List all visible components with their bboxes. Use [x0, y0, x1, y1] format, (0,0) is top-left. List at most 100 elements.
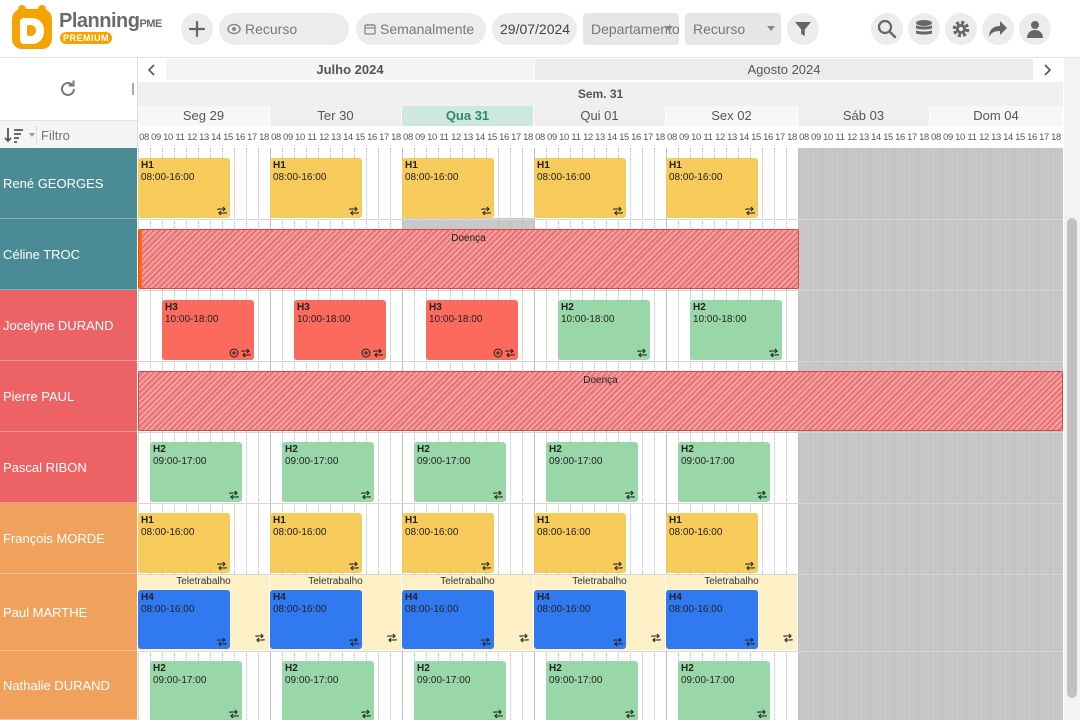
hour-gridline: [990, 148, 991, 720]
hour-tick: 10: [163, 131, 173, 142]
resource-row-pierre-paul[interactable]: Pierre PAUL: [0, 361, 137, 432]
absence-block[interactable]: Doença: [138, 229, 799, 289]
search-icon: [877, 19, 897, 39]
shift-block[interactable]: H1 08:00-16:00: [534, 158, 626, 218]
hour-gridline: [1050, 148, 1051, 720]
day-header-today[interactable]: Qua 31: [402, 106, 534, 126]
vertical-scrollbar[interactable]: [1064, 58, 1080, 720]
settings-button[interactable]: [945, 13, 977, 45]
resource-row-nathalie-durand[interactable]: Nathalie DURAND: [0, 651, 137, 720]
shift-block[interactable]: H1 08:00-16:00: [270, 158, 362, 218]
search-button[interactable]: [871, 13, 903, 45]
hour-tick: 12: [847, 131, 857, 142]
shift-block[interactable]: H2 09:00-17:00: [414, 661, 506, 720]
hour-tick: 17: [907, 131, 917, 142]
column-resize-handle[interactable]: [132, 83, 134, 95]
day-header[interactable]: Sex 02: [666, 106, 798, 126]
shift-block[interactable]: H2 09:00-17:00: [150, 661, 242, 720]
shift-block[interactable]: H1 08:00-16:00: [666, 158, 758, 218]
shift-block[interactable]: H3 10:00-18:00: [426, 300, 518, 360]
hour-tick: 18: [787, 131, 797, 142]
shift-block[interactable]: H1 08:00-16:00: [270, 513, 362, 573]
shift-block[interactable]: H2 09:00-17:00: [546, 442, 638, 502]
shift-block[interactable]: H4 08:00-16:00: [270, 590, 362, 649]
resource-row-paul-marthe[interactable]: Paul MARTHE: [0, 574, 137, 651]
view-mode-label: Semanalmente: [380, 21, 475, 37]
shift-block[interactable]: H1 08:00-16:00: [138, 158, 230, 218]
shift-block[interactable]: H4 08:00-16:00: [666, 590, 758, 649]
shift-block[interactable]: H2 09:00-17:00: [414, 442, 506, 502]
hour-tick: 18: [259, 131, 269, 142]
hour-gridline: [882, 148, 883, 720]
filter-input[interactable]: [36, 125, 134, 145]
shift-block[interactable]: H3 10:00-18:00: [162, 300, 254, 360]
database-button[interactable]: [908, 13, 940, 45]
shift-block[interactable]: H1 08:00-16:00: [402, 513, 494, 573]
day-header[interactable]: Qui 01: [534, 106, 666, 126]
hour-scale: 08 09 10 11 12 13 14 15 16 17 18 08 09 10 11 12 13 14 15 16…: [138, 127, 1063, 147]
repeat-icon: [757, 490, 767, 500]
user-button[interactable]: [1019, 13, 1051, 45]
shift-time: 08:00-16:00: [405, 604, 459, 615]
user-icon: [1027, 21, 1043, 38]
shift-block[interactable]: H1 08:00-16:00: [138, 513, 230, 573]
resource-row-pascal-ribon[interactable]: Pascal RIBON: [0, 432, 137, 503]
day-header[interactable]: Dom 04: [930, 106, 1063, 126]
share-button[interactable]: [982, 13, 1014, 45]
shift-block[interactable]: H4 08:00-16:00: [138, 590, 230, 649]
resource-select[interactable]: Recurso: [685, 13, 781, 45]
hour-tick: 09: [679, 131, 689, 142]
resource-row-celine-troc[interactable]: Céline TROC: [0, 219, 137, 290]
add-circle-icon: [493, 348, 503, 358]
resource-row-francois-morde[interactable]: François MORDE: [0, 503, 137, 574]
shift-block[interactable]: H2 10:00-18:00: [558, 300, 650, 360]
previous-period-button[interactable]: [138, 60, 164, 80]
resource-row-rene-georges[interactable]: René GEORGES: [0, 148, 137, 219]
date-input[interactable]: 29/07/2024: [492, 13, 577, 45]
resource-search-input[interactable]: Recurso: [219, 13, 349, 45]
day-header[interactable]: Seg 29: [138, 106, 270, 126]
hour-tick: 16: [1027, 131, 1037, 142]
filter-button[interactable]: [787, 13, 819, 45]
hour-tick: 18: [523, 131, 533, 142]
hour-tick: 10: [427, 131, 437, 142]
shift-block[interactable]: H3 10:00-18:00: [294, 300, 386, 360]
shift-block[interactable]: H4 08:00-16:00: [402, 590, 494, 649]
weekend-area: [799, 148, 1063, 720]
shift-block[interactable]: H2 09:00-17:00: [282, 442, 374, 502]
shift-block[interactable]: H2 10:00-18:00: [690, 300, 782, 360]
day-header[interactable]: Ter 30: [270, 106, 402, 126]
shift-block[interactable]: H1 08:00-16:00: [666, 513, 758, 573]
share-icon: [989, 21, 1007, 37]
next-period-button[interactable]: [1035, 60, 1061, 80]
sort-icon[interactable]: [4, 126, 24, 144]
view-mode-select[interactable]: Semanalmente: [356, 13, 486, 45]
refresh-icon[interactable]: [58, 79, 78, 99]
hour-tick: 15: [883, 131, 893, 142]
shift-code: H1: [537, 160, 550, 171]
repeat-icon: [783, 633, 793, 643]
shift-block[interactable]: H4 08:00-16:00: [534, 590, 626, 649]
resource-row-jocelyne-durand[interactable]: Jocelyne DURAND: [0, 290, 137, 361]
day-header[interactable]: Sáb 03: [798, 106, 930, 126]
hour-tick: 08: [799, 131, 809, 142]
shift-block[interactable]: H2 09:00-17:00: [678, 442, 770, 502]
chevron-down-icon[interactable]: [29, 133, 35, 137]
shift-block[interactable]: H2 09:00-17:00: [678, 661, 770, 720]
scrollbar-thumb[interactable]: [1067, 218, 1077, 698]
department-select[interactable]: Departamento: [583, 13, 679, 45]
repeat-icon: [651, 633, 661, 643]
shift-block[interactable]: H2 09:00-17:00: [150, 442, 242, 502]
absence-label: Doença: [583, 375, 618, 386]
shift-block[interactable]: H1 08:00-16:00: [534, 513, 626, 573]
day-separator: [930, 148, 931, 720]
absence-block[interactable]: Doença: [138, 371, 1063, 431]
hour-tick: 15: [487, 131, 497, 142]
shift-block[interactable]: H2 09:00-17:00: [282, 661, 374, 720]
hour-tick: 08: [931, 131, 941, 142]
hour-tick: 13: [595, 131, 605, 142]
hour-tick: 15: [223, 131, 233, 142]
shift-block[interactable]: H1 08:00-16:00: [402, 158, 494, 218]
shift-block[interactable]: H2 09:00-17:00: [546, 661, 638, 720]
add-button[interactable]: [181, 13, 213, 45]
